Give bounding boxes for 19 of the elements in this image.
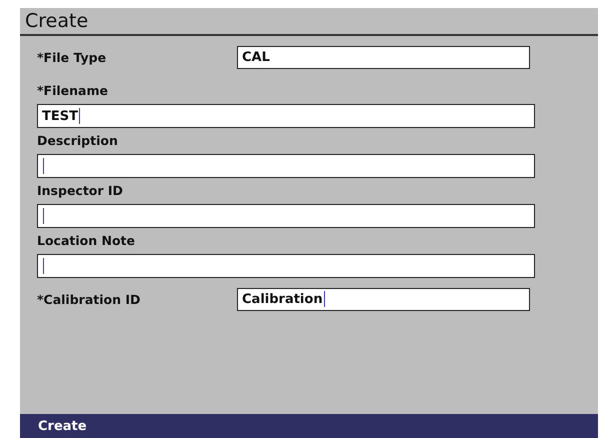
text-cursor bbox=[324, 291, 325, 307]
field-label: *Calibration ID bbox=[37, 292, 142, 306]
field-label: Inspector ID bbox=[37, 182, 124, 200]
field-label: Description bbox=[37, 132, 119, 150]
field-label: *File Type bbox=[37, 50, 108, 64]
input-field[interactable] bbox=[37, 254, 535, 278]
text-cursor bbox=[43, 158, 44, 174]
input-field[interactable] bbox=[37, 204, 535, 228]
text-cursor bbox=[43, 208, 44, 224]
text-cursor bbox=[43, 258, 44, 274]
create-button[interactable]: Create bbox=[20, 414, 598, 438]
input-field[interactable]: Calibration bbox=[237, 288, 530, 310]
field-label: *Filename bbox=[37, 82, 109, 100]
input-field[interactable]: CAL bbox=[237, 46, 530, 68]
field-label: Location Note bbox=[37, 232, 136, 250]
text-cursor bbox=[78, 108, 80, 124]
input-field[interactable] bbox=[37, 154, 535, 178]
window-title: Create bbox=[20, 8, 598, 36]
input-field[interactable]: TEST bbox=[37, 104, 535, 128]
